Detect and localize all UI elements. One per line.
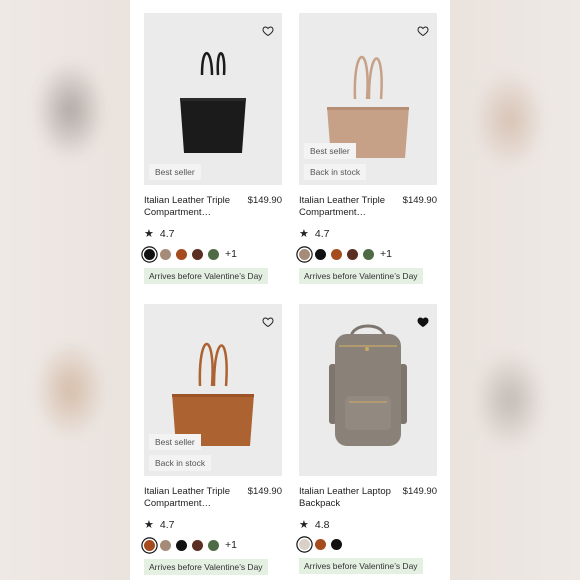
tag-best-seller: Best seller [304, 143, 356, 159]
color-swatch[interactable] [176, 539, 187, 551]
heart-icon[interactable] [417, 316, 429, 328]
color-swatch[interactable] [347, 248, 358, 260]
tote-bag-image [327, 55, 409, 158]
rating-value: 4.7 [314, 227, 330, 240]
star-icon: ★ [144, 228, 154, 240]
rating: ★ 4.7 [144, 227, 282, 241]
rating-value: 4.8 [314, 518, 330, 531]
arrival-badge: Arrives before Valentine’s Day [144, 559, 268, 575]
product-name[interactable]: Italian Leather Triple Compartment… [299, 195, 391, 219]
product-image[interactable] [299, 304, 437, 476]
product-price: $149.90 [402, 195, 437, 206]
tote-bag-image [180, 52, 246, 153]
tote-bag-image [172, 342, 254, 446]
backpack-image [329, 324, 407, 446]
color-swatch[interactable] [144, 539, 155, 551]
color-swatch[interactable] [192, 539, 203, 551]
more-colors[interactable]: +1 [225, 248, 237, 260]
color-swatch[interactable] [160, 248, 171, 260]
rating: ★ 4.8 [299, 518, 437, 532]
product-name[interactable]: Italian Leather Laptop Backpack [299, 486, 391, 510]
color-swatch[interactable] [331, 539, 342, 550]
color-swatch[interactable] [363, 248, 374, 260]
product-card[interactable]: Italian Leather Laptop Backpack $149.90 … [299, 304, 437, 574]
heart-icon[interactable] [417, 25, 429, 37]
more-colors[interactable]: +1 [225, 539, 237, 551]
arrival-badge: Arrives before Valentine’s Day [299, 268, 423, 284]
arrival-badge: Arrives before Valentine’s Day [144, 268, 268, 284]
arrival-badge: Arrives before Valentine’s Day [299, 558, 423, 574]
tag-best-seller: Best seller [149, 164, 201, 180]
product-name[interactable]: Italian Leather Triple Compartment… [144, 486, 236, 510]
product-image[interactable]: Best seller Back in stock [144, 304, 282, 476]
more-colors[interactable]: +1 [380, 248, 392, 260]
color-swatches: +1 [144, 248, 282, 260]
color-swatch[interactable] [208, 539, 219, 551]
color-swatch[interactable] [144, 248, 155, 260]
product-grid: Best seller Italian Leather Triple Compa… [130, 0, 450, 580]
rating: ★ 4.7 [144, 518, 282, 532]
product-price: $149.90 [247, 486, 282, 497]
star-icon: ★ [299, 228, 309, 240]
rating-value: 4.7 [159, 227, 175, 240]
color-swatch[interactable] [299, 539, 310, 550]
product-image[interactable]: Best seller Back in stock [299, 13, 437, 185]
color-swatch[interactable] [299, 248, 310, 260]
rating: ★ 4.7 [299, 227, 437, 241]
product-card[interactable]: Best seller Back in stock Italian Leathe… [144, 304, 282, 575]
tag-back-in-stock: Back in stock [149, 455, 212, 471]
color-swatch[interactable] [315, 539, 326, 550]
color-swatches: +1 [299, 248, 437, 260]
product-image[interactable]: Best seller [144, 13, 282, 185]
color-swatch[interactable] [160, 539, 171, 551]
heart-icon[interactable] [262, 316, 274, 328]
product-card[interactable]: Best seller Back in stock Italian Leathe… [299, 13, 437, 284]
product-name[interactable]: Italian Leather Triple Compartment… [144, 195, 236, 219]
tag-best-seller: Best seller [149, 434, 201, 450]
rating-value: 4.7 [159, 518, 175, 531]
color-swatch[interactable] [176, 248, 187, 260]
color-swatches: +1 [144, 539, 282, 551]
product-price: $149.90 [402, 486, 437, 497]
color-swatches [299, 539, 437, 550]
star-icon: ★ [299, 519, 309, 531]
heart-icon[interactable] [262, 25, 274, 37]
color-swatch[interactable] [315, 248, 326, 260]
tag-back-in-stock: Back in stock [304, 164, 367, 180]
star-icon: ★ [144, 519, 154, 531]
color-swatch[interactable] [331, 248, 342, 260]
product-card[interactable]: Best seller Italian Leather Triple Compa… [144, 13, 282, 284]
color-swatch[interactable] [192, 248, 203, 260]
product-price: $149.90 [247, 195, 282, 206]
color-swatch[interactable] [208, 248, 219, 260]
